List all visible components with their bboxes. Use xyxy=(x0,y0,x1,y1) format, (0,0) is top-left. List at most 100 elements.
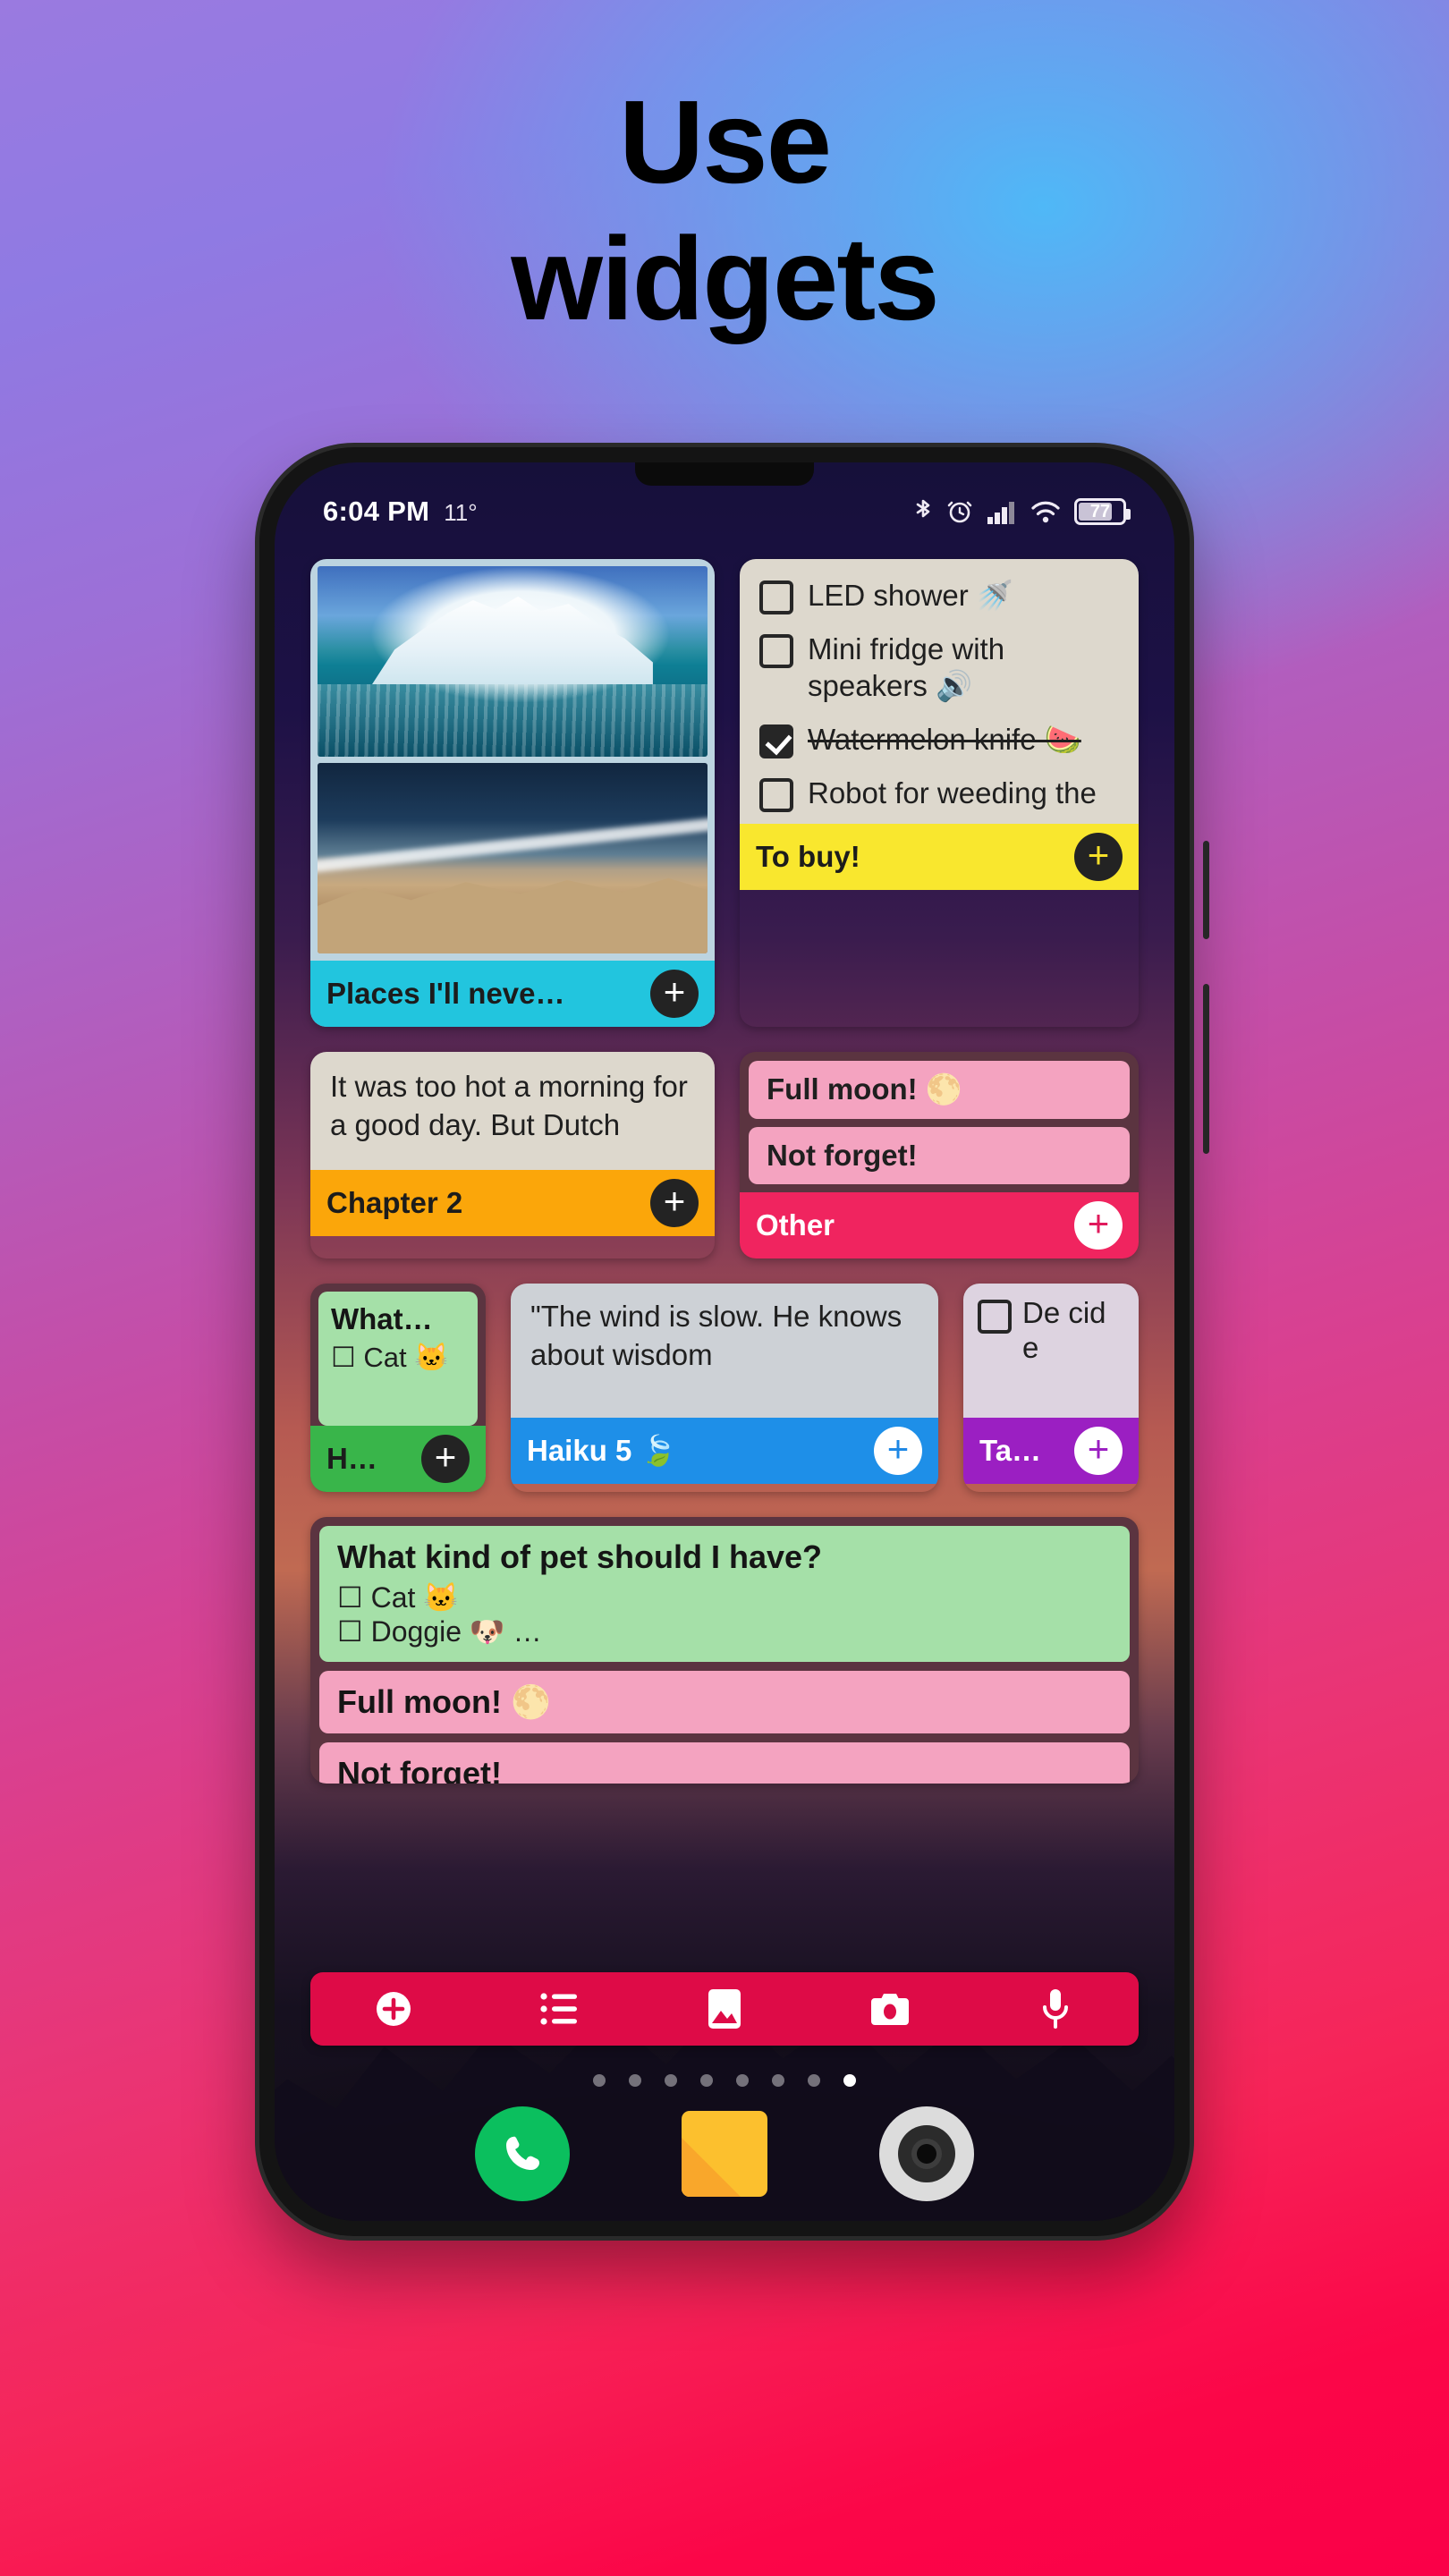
widget-task-footer: Ta… + xyxy=(963,1418,1139,1484)
messages-app-icon[interactable] xyxy=(677,2106,772,2201)
page-dot[interactable] xyxy=(665,2074,677,2087)
status-temperature: 11° xyxy=(444,499,478,526)
widget-haiku-title: Haiku 5 🍃 xyxy=(527,1433,677,1467)
checkbox-icon[interactable] xyxy=(759,580,793,614)
notes-toolbar xyxy=(310,1972,1139,2046)
checklist-item[interactable]: Watermelon knife 🍉 xyxy=(759,721,1119,758)
camera-lens-ring xyxy=(898,2125,955,2182)
widget-task[interactable]: De cid e Ta… + xyxy=(963,1284,1139,1492)
add-note-icon[interactable] xyxy=(367,1982,420,2036)
widget-chapter-preview: It was too hot a morning for a good day.… xyxy=(330,1070,688,1141)
add-pet-button[interactable]: + xyxy=(421,1435,470,1483)
widget-pet-heading: What… xyxy=(331,1302,433,1335)
camera-lens-dot xyxy=(917,2144,936,2164)
phone-mockup: 6:04 PM 11° 77 Places I'll neve… + LED s… xyxy=(259,447,1209,2236)
list-item[interactable]: Not forget! But what?!! xyxy=(319,1741,1130,1784)
checklist-item-label: Watermelon knife 🍉 xyxy=(808,722,1081,756)
widget-pet-title: H… xyxy=(326,1442,377,1475)
checklist-icon[interactable] xyxy=(532,1982,586,2036)
status-time: 6:04 PM xyxy=(323,496,430,527)
list-item[interactable]: What kind of pet should I have? ☐ Cat 🐱 … xyxy=(319,1526,1130,1662)
widget-row-2: It was too hot a morning for a good day.… xyxy=(310,1052,1139,1258)
add-photo-button[interactable]: + xyxy=(650,970,699,1018)
status-bar-left: 6:04 PM 11° xyxy=(323,496,478,528)
task-item-label: De cid e xyxy=(1022,1296,1106,1364)
list-item-title: What kind of pet should I have? xyxy=(337,1538,823,1575)
task-item[interactable]: De cid e xyxy=(978,1296,1124,1366)
widget-photos-footer: Places I'll neve… + xyxy=(310,961,715,1027)
widget-task-body: De cid e xyxy=(963,1284,1139,1418)
widget-pet[interactable]: What… ☐ Cat 🐱 H… + xyxy=(310,1284,486,1492)
page-dot[interactable] xyxy=(736,2074,749,2087)
checklist-item[interactable]: Mini fridge with speakers 🔊 xyxy=(759,631,1119,705)
add-other-button[interactable]: + xyxy=(1074,1201,1123,1250)
widget-chapter-title: Chapter 2 xyxy=(326,1186,463,1219)
widget-chapter-body: It was too hot a morning for a good day.… xyxy=(310,1052,715,1170)
microphone-icon[interactable] xyxy=(1029,1982,1082,2036)
widget-pet-footer: H… + xyxy=(310,1426,486,1492)
phone-screen: 6:04 PM 11° 77 Places I'll neve… + LED s… xyxy=(275,462,1174,2221)
widget-photos-title: Places I'll neve… xyxy=(326,977,565,1010)
page-title: Use widgets xyxy=(0,81,1449,339)
checkbox-icon[interactable] xyxy=(978,1300,1012,1334)
widget-pet-item: ☐ Cat 🐱 xyxy=(331,1341,449,1373)
phone-notch xyxy=(635,462,814,486)
alarm-icon xyxy=(946,498,973,525)
phone-side-button-volume xyxy=(1203,841,1209,939)
widget-photos[interactable]: Places I'll neve… + xyxy=(310,559,715,1027)
checklist-item-label: Robot for weeding the xyxy=(808,775,1097,809)
widget-to-buy[interactable]: LED shower 🚿 Mini fridge with speakers 🔊… xyxy=(740,559,1139,1027)
widget-to-buy-body: LED shower 🚿 Mini fridge with speakers 🔊… xyxy=(740,559,1139,824)
phone-app-icon[interactable] xyxy=(475,2106,570,2201)
camera-icon[interactable] xyxy=(863,1982,917,2036)
signal-icon xyxy=(987,499,1017,524)
add-chapter-button[interactable]: + xyxy=(650,1179,699,1227)
bluetooth-icon xyxy=(913,498,933,525)
image-icon[interactable] xyxy=(698,1982,751,2036)
page-indicator xyxy=(275,2074,1174,2087)
widget-other[interactable]: Full moon! 🌕 Not forget! Other + xyxy=(740,1052,1139,1258)
page-dot[interactable] xyxy=(808,2074,820,2087)
status-bar-right: 77 xyxy=(913,498,1131,525)
widget-other-title: Other xyxy=(756,1208,835,1241)
iceberg-photo xyxy=(318,566,708,757)
add-haiku-button[interactable]: + xyxy=(874,1427,922,1475)
add-to-buy-button[interactable]: + xyxy=(1074,833,1123,881)
widget-task-title: Ta… xyxy=(979,1434,1042,1467)
checkbox-icon[interactable] xyxy=(759,634,793,668)
list-item[interactable]: Full moon! 🌕 xyxy=(319,1670,1130,1733)
note-pill[interactable]: Not forget! xyxy=(749,1127,1130,1184)
checklist-item[interactable]: LED shower 🚿 xyxy=(759,577,1119,614)
list-item-title: Full moon! 🌕 xyxy=(337,1682,551,1720)
page-dot[interactable] xyxy=(700,2074,713,2087)
widget-row-3: What… ☐ Cat 🐱 H… + "The wind is slow. He… xyxy=(310,1284,1139,1492)
checkbox-checked-icon[interactable] xyxy=(759,724,793,758)
sand-dunes-photo xyxy=(318,763,708,953)
widget-other-footer: Other + xyxy=(740,1192,1139,1258)
widget-row-1: Places I'll neve… + LED shower 🚿 Mini fr… xyxy=(310,559,1139,1027)
widget-to-buy-title: To buy! xyxy=(756,840,860,873)
widget-haiku-preview: "The wind is slow. He knows about wisdom xyxy=(530,1300,902,1371)
widget-chapter-footer: Chapter 2 + xyxy=(310,1170,715,1236)
widget-pet-body: What… ☐ Cat 🐱 xyxy=(318,1292,478,1426)
page-dot-active[interactable] xyxy=(843,2074,856,2087)
note-pill[interactable]: Full moon! 🌕 xyxy=(749,1061,1130,1119)
checklist-item-label: LED shower 🚿 xyxy=(808,579,1014,612)
add-task-button[interactable]: + xyxy=(1074,1427,1123,1475)
page-dot[interactable] xyxy=(629,2074,641,2087)
checklist-item[interactable]: Robot for weeding the xyxy=(759,775,1119,812)
widget-grid: Places I'll neve… + LED shower 🚿 Mini fr… xyxy=(275,559,1174,1784)
widget-notes-list[interactable]: What kind of pet should I have? ☐ Cat 🐱 … xyxy=(310,1517,1139,1784)
widget-chapter[interactable]: It was too hot a morning for a good day.… xyxy=(310,1052,715,1258)
page-dot[interactable] xyxy=(593,2074,606,2087)
widget-haiku-body: "The wind is slow. He knows about wisdom xyxy=(511,1284,938,1418)
widget-to-buy-footer: To buy! + xyxy=(740,824,1139,890)
checkbox-icon[interactable] xyxy=(759,777,793,812)
battery-icon: 77 xyxy=(1074,498,1131,525)
widget-haiku[interactable]: "The wind is slow. He knows about wisdom… xyxy=(511,1284,938,1492)
app-dock xyxy=(275,2106,1174,2201)
battery-level: 77 xyxy=(1089,501,1111,521)
camera-app-icon[interactable] xyxy=(879,2106,974,2201)
page-dot[interactable] xyxy=(772,2074,784,2087)
list-item-subtitle: ☐ Cat 🐱 ☐ Doggie 🐶 … xyxy=(337,1581,542,1648)
